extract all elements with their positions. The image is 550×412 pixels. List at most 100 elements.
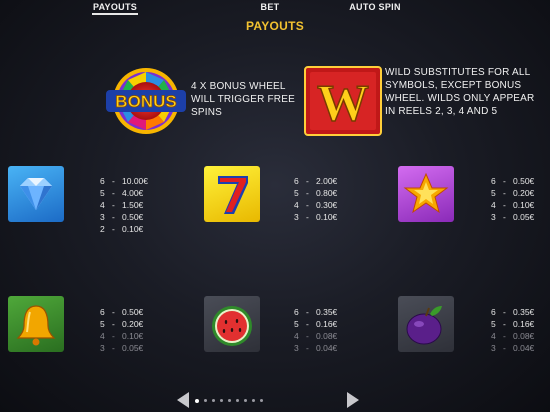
- plum-icon: [406, 306, 442, 345]
- payout-amount: 0.10€: [316, 212, 338, 222]
- symbol-tile-diamond: [8, 166, 64, 222]
- payout-count: 5: [100, 188, 105, 198]
- page-dot[interactable]: [212, 399, 215, 402]
- payout-count: 3: [100, 212, 105, 222]
- page-dot[interactable]: [204, 399, 207, 402]
- payout-row: 4-0.30€: [294, 200, 338, 210]
- payout-row: 5-0.16€: [294, 319, 338, 329]
- triangle-left-icon[interactable]: [176, 391, 190, 409]
- payout-count: 6: [491, 307, 496, 317]
- payout-amount: 0.20€: [122, 319, 144, 329]
- tab-bet[interactable]: BET: [258, 2, 282, 12]
- bell-icon: [16, 305, 56, 346]
- payout-row: 6-0.35€: [294, 307, 338, 317]
- payout-count: 4: [294, 331, 299, 341]
- payout-count: 2: [100, 224, 105, 234]
- tab-bar: PAYOUTS BET AUTO SPIN: [0, 0, 550, 16]
- tab-payouts[interactable]: PAYOUTS: [92, 2, 138, 15]
- payout-amount: 10.00€: [122, 176, 148, 186]
- payout-amount: 0.50€: [513, 176, 535, 186]
- page-dot[interactable]: [228, 399, 231, 402]
- page-dot[interactable]: [236, 399, 239, 402]
- payout-row: 5-0.20€: [100, 319, 144, 329]
- symbol-tile-watermelon: [204, 296, 260, 352]
- payout-row: 6-0.50€: [491, 176, 535, 186]
- payout-row: 5-0.80€: [294, 188, 338, 198]
- payout-count: 5: [100, 319, 105, 329]
- payout-count: 4: [294, 200, 299, 210]
- symbol-tile-seven: [204, 166, 260, 222]
- payout-count: 3: [491, 343, 496, 353]
- payout-count: 6: [491, 176, 496, 186]
- page-dot[interactable]: [252, 399, 255, 402]
- bonus-logo-text: BONUS: [115, 92, 176, 111]
- payout-row: 5-0.16€: [491, 319, 535, 329]
- payout-count: 3: [491, 212, 496, 222]
- bonus-wheel-icon: BONUS: [106, 68, 186, 134]
- payout-amount: 0.50€: [122, 212, 144, 222]
- page-dot[interactable]: [260, 399, 263, 402]
- payout-count: 5: [294, 319, 299, 329]
- payout-count: 3: [294, 343, 299, 353]
- page-title: PAYOUTS: [245, 19, 305, 33]
- payout-amount: 0.10€: [122, 331, 144, 341]
- symbol-tile-star: [398, 166, 454, 222]
- payout-count: 6: [294, 176, 299, 186]
- payout-amount: 2.00€: [316, 176, 338, 186]
- payout-row: 3-0.10€: [294, 212, 338, 222]
- page-dot[interactable]: [244, 399, 247, 402]
- payout-count: 4: [100, 331, 105, 341]
- payout-amount: 0.10€: [513, 200, 535, 210]
- payout-amount: 0.05€: [122, 343, 144, 353]
- payout-count: 4: [100, 200, 105, 210]
- payout-row: 6-2.00€: [294, 176, 338, 186]
- seven-icon: [218, 176, 248, 214]
- payout-row: 3-0.50€: [100, 212, 144, 222]
- payout-row: 4-0.08€: [294, 331, 338, 341]
- payout-row: 6-10.00€: [100, 176, 148, 186]
- star-icon: [403, 172, 449, 214]
- payout-count: 5: [491, 188, 496, 198]
- paylist-seven: 6-2.00€ 5-0.80€ 4-0.30€ 3-0.10€: [294, 175, 337, 223]
- payout-amount: 0.20€: [513, 188, 535, 198]
- payout-row: 6-0.50€: [100, 307, 144, 317]
- paylist-star: 6-0.50€ 5-0.20€ 4-0.10€ 3-0.05€: [491, 175, 534, 223]
- payout-row: 5-0.20€: [491, 188, 535, 198]
- paylist-diamond: 6-10.00€ 5-4.00€ 4-1.50€ 3-0.50€ 2-0.10€: [100, 175, 148, 235]
- payout-amount: 0.16€: [316, 319, 338, 329]
- symbol-tile-bell: [8, 296, 64, 352]
- pager: [0, 388, 550, 412]
- payout-count: 6: [294, 307, 299, 317]
- payout-amount: 0.30€: [316, 200, 338, 210]
- watermelon-icon: [212, 306, 252, 346]
- triangle-right-icon[interactable]: [346, 391, 360, 409]
- paylist-bell: 6-0.50€ 5-0.20€ 4-0.10€ 3-0.05€: [100, 306, 143, 354]
- payout-row: 4-0.08€: [491, 331, 535, 341]
- payout-row: 3-0.05€: [100, 343, 144, 353]
- payout-count: 4: [491, 200, 496, 210]
- page-indicator: [195, 398, 263, 403]
- payout-count: 4: [491, 331, 496, 341]
- payout-count: 5: [491, 319, 496, 329]
- payout-amount: 0.08€: [513, 331, 535, 341]
- payout-row: 4-1.50€: [100, 200, 144, 210]
- payout-amount: 0.50€: [122, 307, 144, 317]
- payout-row: 4-0.10€: [100, 331, 144, 341]
- tab-auto-spin[interactable]: AUTO SPIN: [347, 2, 403, 12]
- page-dot[interactable]: [195, 398, 199, 403]
- payout-row: 3-0.04€: [294, 343, 338, 353]
- payout-amount: 0.05€: [513, 212, 535, 222]
- diamond-icon: [20, 178, 52, 210]
- wild-logo-text: W: [317, 75, 369, 132]
- wild-symbol-icon: W: [304, 66, 382, 136]
- payout-count: 5: [294, 188, 299, 198]
- page-dot[interactable]: [220, 399, 223, 402]
- payout-row: 3-0.04€: [491, 343, 535, 353]
- payout-row: 6-0.35€: [491, 307, 535, 317]
- wild-description: WILD SUBSTITUTES FOR ALL SYMBOLS, EXCEPT…: [385, 67, 535, 117]
- paylist-watermelon: 6-0.35€ 5-0.16€ 4-0.08€ 3-0.04€: [294, 306, 337, 354]
- payout-amount: 0.80€: [316, 188, 338, 198]
- bonus-description: 4 X BONUS WHEEL WILL TRIGGER FREE SPINS: [191, 81, 295, 118]
- payout-amount: 0.16€: [513, 319, 535, 329]
- payout-row: 4-0.10€: [491, 200, 535, 210]
